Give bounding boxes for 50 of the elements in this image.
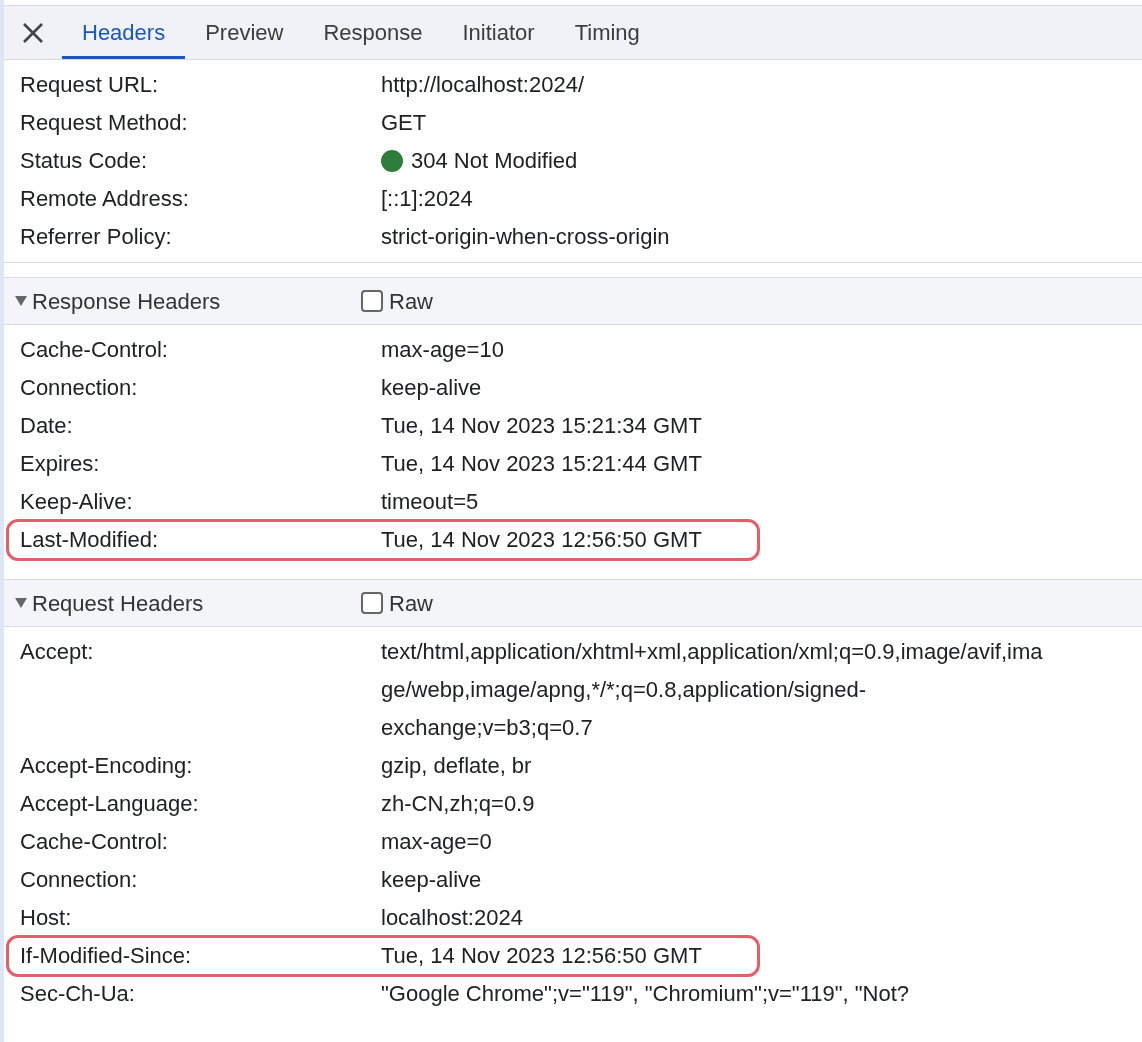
header-name: Last-Modified: bbox=[20, 526, 160, 554]
raw-checkbox[interactable] bbox=[361, 290, 383, 312]
header-name: Referrer Policy: bbox=[20, 223, 173, 251]
header-name: Accept: bbox=[20, 638, 95, 666]
header-value: "Google Chrome";v="119", "Chromium";v="119", "Not? bbox=[381, 980, 911, 1008]
header-value: strict-origin-when-cross-origin bbox=[381, 223, 671, 251]
header-name: Request URL: bbox=[20, 71, 160, 99]
header-name: Accept-Encoding: bbox=[20, 752, 194, 780]
header-value: Tue, 14 Nov 2023 12:56:50 GMT bbox=[381, 526, 703, 554]
header-value: max-age=10 bbox=[381, 336, 505, 364]
header-value: http://localhost:2024/ bbox=[381, 71, 586, 99]
tab[interactable]: Preview bbox=[185, 6, 304, 59]
header-value: Tue, 14 Nov 2023 15:21:34 GMT bbox=[381, 412, 703, 440]
header-value: max-age=0 bbox=[381, 828, 493, 856]
tab[interactable]: Response bbox=[303, 6, 443, 59]
header-value: localhost:2024 bbox=[381, 904, 524, 932]
header-name: Sec-Ch-Ua: bbox=[20, 980, 136, 1008]
tab[interactable]: Headers bbox=[62, 6, 186, 59]
header-value: gzip, deflate, br bbox=[381, 752, 533, 780]
collapse-triangle-icon[interactable] bbox=[14, 295, 28, 307]
checkbox-label: Raw bbox=[389, 287, 433, 316]
header-value: Tue, 14 Nov 2023 15:21:44 GMT bbox=[381, 450, 703, 478]
header-name: Keep-Alive: bbox=[20, 488, 134, 516]
header-value: [::1]:2024 bbox=[381, 185, 474, 213]
header-name: Connection: bbox=[20, 374, 139, 402]
header-name: Cache-Control: bbox=[20, 828, 169, 856]
section-title: Request Headers bbox=[32, 589, 204, 618]
header-name: Expires: bbox=[20, 450, 101, 478]
section-title: Response Headers bbox=[32, 287, 221, 316]
checkbox-label: Raw bbox=[389, 589, 433, 618]
header-name: Accept-Language: bbox=[20, 790, 200, 818]
raw-checkbox[interactable] bbox=[361, 592, 383, 614]
header-name: Status Code: bbox=[20, 147, 149, 175]
header-name: Cache-Control: bbox=[20, 336, 169, 364]
header-value: zh-CN,zh;q=0.9 bbox=[381, 790, 536, 818]
header-value: Tue, 14 Nov 2023 12:56:50 GMT bbox=[381, 942, 703, 970]
header-value: keep-alive bbox=[381, 374, 483, 402]
collapse-triangle-icon[interactable] bbox=[14, 597, 28, 609]
header-name: If-Modified-Since: bbox=[20, 942, 193, 970]
header-value: keep-alive bbox=[381, 866, 483, 894]
header-value: timeout=5 bbox=[381, 488, 480, 516]
header-name: Connection: bbox=[20, 866, 139, 894]
header-value: 304 Not Modified bbox=[411, 147, 579, 175]
header-name: Host: bbox=[20, 904, 73, 932]
header-value: GET bbox=[381, 109, 428, 137]
header-name: Remote Address: bbox=[20, 185, 190, 213]
header-name: Date: bbox=[20, 412, 74, 440]
tab[interactable]: Initiator bbox=[442, 6, 555, 59]
tab[interactable]: Timing bbox=[554, 6, 660, 59]
header-name: Request Method: bbox=[20, 109, 189, 137]
